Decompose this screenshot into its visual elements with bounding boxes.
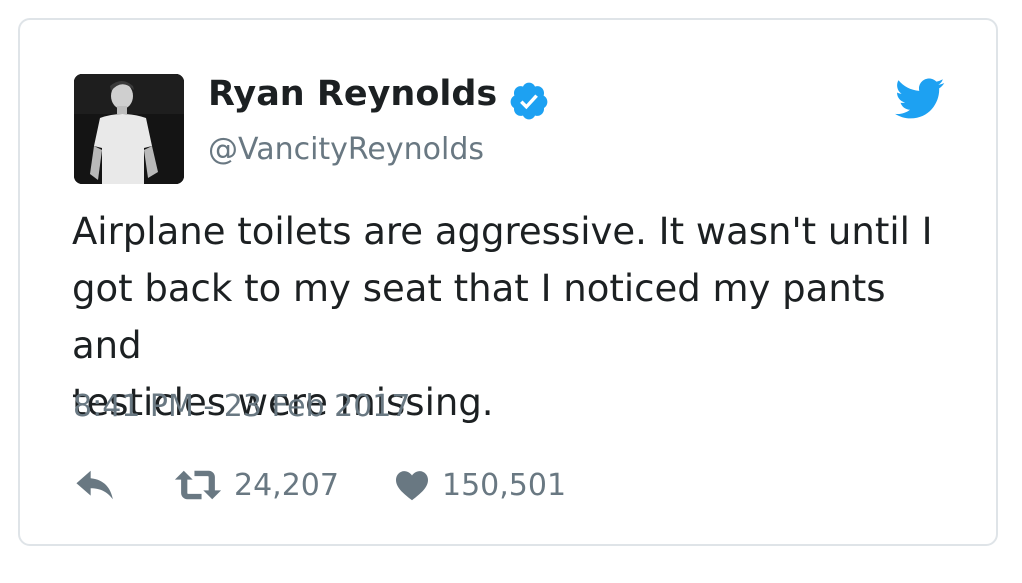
like-button[interactable]: 150,501 xyxy=(394,463,566,507)
reply-button[interactable] xyxy=(74,463,118,507)
reply-icon xyxy=(76,470,113,500)
like-count: 150,501 xyxy=(442,467,567,503)
author-name[interactable]: Ryan Reynolds xyxy=(208,74,497,114)
retweet-button[interactable]: 24,207 xyxy=(174,463,339,507)
author-handle[interactable]: @VancityReynolds xyxy=(208,132,484,167)
avatar[interactable] xyxy=(74,74,184,184)
avatar-photo xyxy=(74,74,184,184)
heart-icon xyxy=(396,471,428,501)
twitter-bird-icon[interactable] xyxy=(895,78,945,120)
retweet-count: 24,207 xyxy=(234,467,339,503)
retweet-icon xyxy=(174,470,222,500)
verified-badge-icon xyxy=(510,82,548,120)
tweet-timestamp[interactable]: 8:41 PM - 23 Feb 2017 xyxy=(73,389,411,424)
